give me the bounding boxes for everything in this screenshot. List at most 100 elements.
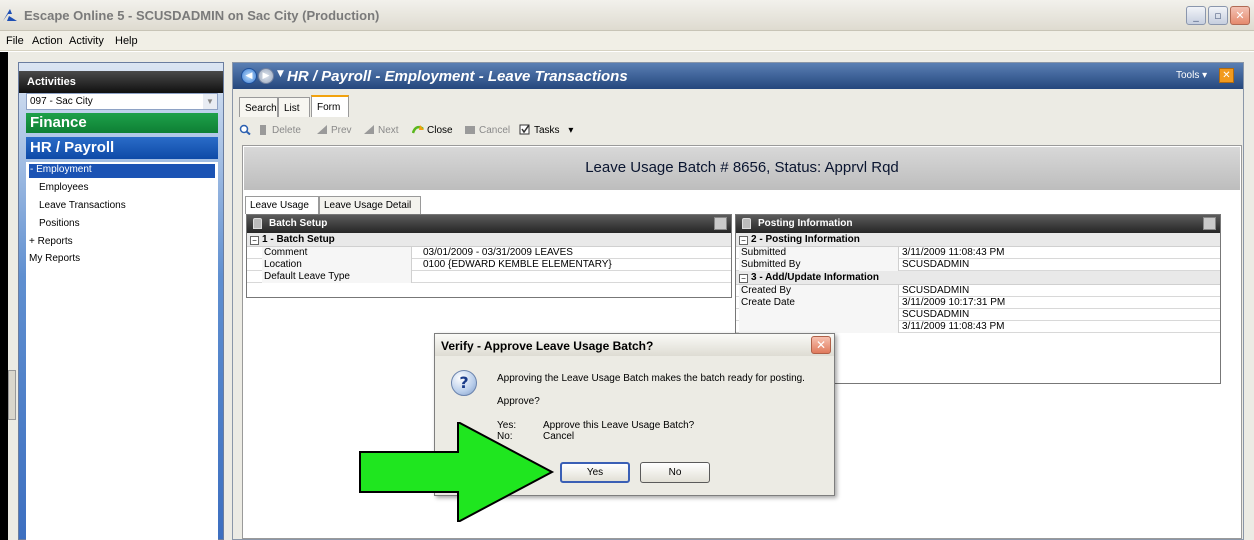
property-label bbox=[739, 321, 899, 333]
app-logo-icon bbox=[3, 9, 17, 21]
property-label: Create Date bbox=[739, 297, 899, 309]
tasks-label: Tasks bbox=[534, 125, 560, 136]
tab-leave-usage[interactable]: Leave Usage bbox=[245, 196, 319, 214]
tree-item-employees[interactable]: Employees bbox=[39, 182, 88, 193]
property-label bbox=[739, 309, 899, 321]
tab-form[interactable]: Form bbox=[311, 95, 349, 117]
window-title: Escape Online 5 - SCUSDADMIN on Sac City… bbox=[24, 8, 380, 23]
batch-setup-panel: Batch Setup −1 - Batch Setup Comment 03/0… bbox=[246, 214, 732, 298]
tree-item-reports[interactable]: + Reports bbox=[29, 236, 73, 247]
category-add-update-information[interactable]: −3 - Add/Update Information bbox=[736, 271, 1220, 285]
menu-activity[interactable]: Activity bbox=[69, 35, 104, 47]
next-button[interactable]: Next bbox=[363, 124, 399, 136]
close-button[interactable]: Close bbox=[412, 124, 453, 136]
property-value: 3/11/2009 10:17:31 PM bbox=[902, 297, 1006, 308]
category-posting-information[interactable]: −2 - Posting Information bbox=[736, 233, 1220, 247]
category-label: 2 - Posting Information bbox=[751, 234, 860, 245]
back-arrow-icon[interactable]: ◀ bbox=[241, 68, 257, 84]
property-value: 3/11/2009 11:08:43 PM bbox=[902, 247, 1005, 258]
property-label: Submitted bbox=[739, 247, 899, 259]
next-record-icon bbox=[364, 125, 374, 134]
forward-arrow-icon[interactable]: ▶ bbox=[258, 68, 274, 84]
menu-bar: File Action Activity Help bbox=[0, 31, 1254, 51]
property-row[interactable]: Comment 03/01/2009 - 03/31/2009 LEAVES bbox=[247, 247, 731, 259]
splitter-handle[interactable] bbox=[8, 370, 16, 420]
property-row[interactable]: SCUSDADMIN bbox=[736, 309, 1220, 321]
menu-file[interactable]: File bbox=[6, 35, 24, 47]
property-row[interactable]: Location 0100 {EDWARD KEMBLE ELEMENTARY} bbox=[247, 259, 731, 271]
tree-item-leave-transactions[interactable]: Leave Transactions bbox=[39, 200, 126, 211]
property-value: SCUSDADMIN bbox=[902, 309, 970, 320]
category-batch-setup[interactable]: −1 - Batch Setup bbox=[247, 233, 731, 247]
prev-label: Prev bbox=[331, 125, 352, 136]
section-hr-payroll[interactable]: HR / Payroll bbox=[26, 137, 218, 159]
activities-panel: Activities 097 - Sac City ▼ Finance HR /… bbox=[18, 62, 224, 540]
posting-info-title: Posting Information bbox=[758, 218, 853, 229]
no-button[interactable]: No bbox=[640, 462, 710, 483]
batch-setup-title: Batch Setup bbox=[269, 218, 328, 229]
next-label: Next bbox=[378, 125, 399, 136]
trash-icon bbox=[260, 125, 266, 135]
delete-button[interactable]: Delete bbox=[257, 124, 301, 136]
activity-tree: - Employment Employees Leave Transaction… bbox=[26, 162, 218, 540]
tree-item-my-reports[interactable]: My Reports bbox=[29, 253, 80, 264]
arrow-shape bbox=[359, 422, 555, 522]
collapse-minus-icon[interactable]: − bbox=[739, 274, 748, 283]
property-label: Default Leave Type bbox=[262, 271, 412, 283]
property-row[interactable]: Submitted By SCUSDADMIN bbox=[736, 259, 1220, 271]
property-label: Location bbox=[262, 259, 412, 271]
batch-status-banner: Leave Usage Batch # 8656, Status: Apprvl… bbox=[244, 147, 1240, 190]
cancel-icon bbox=[465, 126, 475, 134]
checkbox-tasks-icon bbox=[519, 124, 530, 135]
prev-button[interactable]: Prev bbox=[316, 124, 352, 136]
chevron-down-icon[interactable]: ▼ bbox=[203, 94, 217, 109]
tab-list[interactable]: List bbox=[278, 97, 310, 117]
dialog-close-button[interactable]: ✕ bbox=[811, 336, 831, 354]
lock-icon bbox=[742, 218, 751, 229]
minimize-button[interactable]: _ bbox=[1186, 6, 1206, 25]
property-row[interactable]: 3/11/2009 11:08:43 PM bbox=[736, 321, 1220, 333]
close-pane-icon[interactable]: ✕ bbox=[1219, 68, 1234, 83]
property-value: 03/01/2009 - 03/31/2009 LEAVES bbox=[423, 247, 573, 258]
collapse-icon[interactable] bbox=[714, 217, 727, 230]
posting-info-header: Posting Information bbox=[736, 215, 1220, 233]
tree-item-positions[interactable]: Positions bbox=[39, 218, 80, 229]
tasks-button[interactable]: Tasks ▾ bbox=[519, 124, 573, 136]
dialog-title: Verify - Approve Leave Usage Batch? bbox=[435, 334, 834, 356]
collapse-minus-icon[interactable]: − bbox=[250, 236, 259, 245]
menu-help[interactable]: Help bbox=[115, 35, 138, 47]
window-title-bar: Escape Online 5 - SCUSDADMIN on Sac City… bbox=[0, 0, 1254, 31]
category-label: 1 - Batch Setup bbox=[262, 234, 335, 245]
property-value: SCUSDADMIN bbox=[902, 259, 970, 270]
section-finance[interactable]: Finance bbox=[26, 113, 218, 133]
yes-option-description: Approve this Leave Usage Batch? bbox=[543, 420, 695, 431]
menu-action[interactable]: Action bbox=[32, 35, 63, 47]
history-dropdown-icon[interactable]: ▼ bbox=[277, 69, 284, 79]
property-row[interactable]: Create Date 3/11/2009 10:17:31 PM bbox=[736, 297, 1220, 309]
tab-leave-usage-detail[interactable]: Leave Usage Detail bbox=[319, 196, 421, 214]
collapse-icon[interactable] bbox=[1203, 217, 1216, 230]
window-close-button[interactable]: ✕ bbox=[1230, 6, 1250, 25]
property-row[interactable]: Default Leave Type bbox=[247, 271, 731, 283]
tools-menu[interactable]: Tools ▾ bbox=[1176, 70, 1207, 81]
green-arrow-annotation bbox=[359, 422, 555, 522]
property-row[interactable]: Created By SCUSDADMIN bbox=[736, 285, 1220, 297]
cancel-label: Cancel bbox=[479, 125, 511, 136]
activities-header: Activities bbox=[19, 71, 223, 93]
property-label: Submitted By bbox=[739, 259, 899, 271]
page-title: HR / Payroll - Employment - Leave Transa… bbox=[287, 68, 628, 85]
form-toolbar: Delete Prev Next Close Cancel Tasks ▾ bbox=[237, 121, 1237, 141]
cancel-button[interactable]: Cancel bbox=[464, 124, 510, 136]
property-label: Created By bbox=[739, 285, 899, 297]
tree-item-employment[interactable]: - Employment bbox=[29, 164, 215, 178]
search-toolbar-button[interactable] bbox=[239, 124, 254, 136]
maximize-button[interactable]: ▫ bbox=[1208, 6, 1228, 25]
district-select[interactable]: 097 - Sac City ▼ bbox=[26, 93, 218, 110]
tasks-dropdown-icon: ▾ bbox=[568, 125, 574, 136]
property-label: Comment bbox=[262, 247, 412, 259]
district-select-value: 097 - Sac City bbox=[30, 96, 93, 107]
yes-button[interactable]: Yes bbox=[560, 462, 630, 483]
tab-search[interactable]: Search bbox=[239, 97, 278, 117]
property-row[interactable]: Submitted 3/11/2009 11:08:43 PM bbox=[736, 247, 1220, 259]
collapse-minus-icon[interactable]: − bbox=[739, 236, 748, 245]
